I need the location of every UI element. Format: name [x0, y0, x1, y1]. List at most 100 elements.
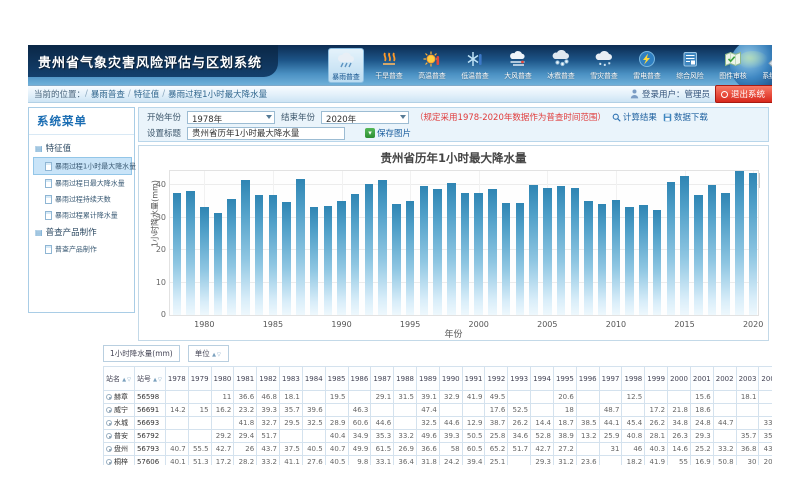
table-row-56792: 普安5679229.229.451.740.434.935.333.249.63… — [104, 430, 773, 443]
col-header-year-2002[interactable]: 2002 — [713, 367, 736, 391]
col-header-year-1989[interactable]: 1989 — [416, 367, 439, 391]
col-header-year-1986[interactable]: 1986 — [348, 367, 371, 391]
nav-label: 综合风险 — [676, 70, 704, 80]
station-id-cell: 56792 — [134, 430, 165, 443]
nav-map-review[interactable]: 图件审核 — [715, 48, 751, 83]
sidebar-group-product-making[interactable]: ▤ 普查产品制作 — [33, 223, 132, 241]
nav-system-settings[interactable]: 系统设置 — [758, 48, 772, 83]
col-header-year-1982[interactable]: 1982 — [257, 367, 280, 391]
col-header-year-1993[interactable]: 1993 — [508, 367, 531, 391]
value-cell-1989: 47.4 — [416, 404, 439, 417]
value-cell-2001: 25.2 — [690, 443, 713, 456]
sidebar-item-duration-days[interactable]: 暴雨过程持续天数 — [33, 191, 132, 207]
download-button[interactable]: 数据下载 — [663, 111, 708, 123]
value-cell-2002: 50.8 — [713, 456, 736, 466]
nav-gale-survey[interactable]: 大风普查 — [500, 48, 536, 83]
row-radio[interactable] — [106, 407, 112, 413]
col-header-year-1987[interactable]: 1987 — [371, 367, 394, 391]
value-cell-1987: 29.1 — [371, 391, 394, 404]
col-header-year-1992[interactable]: 1992 — [485, 367, 508, 391]
col-header-year-1983[interactable]: 1983 — [280, 367, 303, 391]
bar-2004 — [529, 185, 538, 315]
col-header-year-2003[interactable]: 2003 — [736, 367, 759, 391]
col-header-year-1991[interactable]: 1991 — [462, 367, 485, 391]
col-header-year-1981[interactable]: 1981 — [234, 367, 257, 391]
col-header-year-1995[interactable]: 1995 — [553, 367, 576, 391]
value-cell-1997 — [599, 456, 622, 466]
bar-1994 — [392, 204, 401, 315]
lightning-icon — [634, 48, 660, 69]
logout-button[interactable]: 退出系统 — [715, 85, 772, 103]
rainstorm-icon — [333, 49, 359, 70]
station-id-cell: 56693 — [134, 417, 165, 430]
col-header-year-1998[interactable]: 1998 — [622, 367, 645, 391]
bar-2008 — [584, 201, 593, 315]
col-header-year-2004[interactable]: 2004 — [759, 367, 772, 391]
value-type-filter[interactable]: 1小时降水量(mm) — [103, 345, 180, 362]
breadcrumb-current-page[interactable]: 暴雨过程1小时最大降水量 — [168, 88, 267, 100]
nav-snow-survey[interactable]: 雪灾普查 — [586, 48, 622, 83]
sidebar-item-product-making[interactable]: 普查产品制作 — [33, 241, 132, 257]
unit-sort-control[interactable]: 单位 ▲▽ — [188, 345, 229, 362]
value-cell-1982: 51.7 — [257, 430, 280, 443]
col-header-year-1988[interactable]: 1988 — [394, 367, 417, 391]
col-header-year-1978[interactable]: 1978 — [165, 367, 188, 391]
nav-hail-survey[interactable]: 冰雹普查 — [543, 48, 579, 83]
nav-label: 低温普查 — [461, 70, 489, 80]
nav-high-temp-survey[interactable]: 高温普查 — [414, 48, 450, 83]
search-icon — [612, 113, 621, 122]
col-header-year-1980[interactable]: 1980 — [211, 367, 234, 391]
nav-low-temp-survey[interactable]: 低温普查 — [457, 48, 493, 83]
chart-panel: 贵州省历年1小时最大降水量 国家站平均 01020304019801985199… — [138, 145, 769, 341]
col-header-year-2001[interactable]: 2001 — [690, 367, 713, 391]
bar-1998 — [447, 183, 456, 315]
value-cell-1989: 31.8 — [416, 456, 439, 466]
breadcrumb-rainstorm-survey[interactable]: 暴雨普查 — [91, 88, 125, 100]
col-header-year-2000[interactable]: 2000 — [668, 367, 691, 391]
value-cell-1990 — [439, 404, 462, 417]
value-cell-1979 — [188, 391, 211, 404]
chart-title-input[interactable] — [187, 127, 345, 140]
sidebar-item-1h-max-precip[interactable]: 暴雨过程1小时最大降水量 — [33, 157, 132, 175]
value-cell-1982: 43.7 — [257, 443, 280, 456]
value-cell-1984: 27.6 — [302, 456, 325, 466]
bar-1999 — [461, 193, 470, 315]
row-radio[interactable] — [106, 446, 112, 452]
breadcrumb-feature-value[interactable]: 特征值 — [134, 88, 160, 100]
sidebar-item-daily-max-precip[interactable]: 暴雨过程日最大降水量 — [33, 175, 132, 191]
nav-composite-risk[interactable]: 综合风险 — [672, 48, 708, 83]
value-cell-1994 — [531, 391, 554, 404]
row-radio[interactable] — [106, 433, 112, 439]
row-radio[interactable] — [106, 394, 112, 400]
sidebar-item-accumulated-precip[interactable]: 暴雨过程累计降水量 — [33, 207, 132, 223]
chevron-down-icon — [266, 115, 272, 119]
col-header-year-1997[interactable]: 1997 — [599, 367, 622, 391]
value-cell-1998: 40.8 — [622, 430, 645, 443]
col-header-year-1979[interactable]: 1979 — [188, 367, 211, 391]
bar-1997 — [433, 189, 442, 315]
system-title: 贵州省气象灾害风险评估与区划系统 — [28, 45, 278, 77]
value-cell-2000: 26.3 — [668, 430, 691, 443]
row-radio[interactable] — [106, 420, 112, 426]
bar-2017 — [708, 185, 717, 315]
col-header-year-1996[interactable]: 1996 — [576, 367, 599, 391]
col-header-year-1994[interactable]: 1994 — [531, 367, 554, 391]
nav-rainstorm-survey[interactable]: 暴雨普查 — [328, 48, 364, 83]
sidebar-tree: ▤ 特征值 暴雨过程1小时最大降水量 暴雨过程日最大降水量 暴雨过程持续天数 暴… — [29, 135, 134, 257]
save-image-button[interactable]: ▾ 保存图片 — [365, 127, 411, 139]
col-header-station-id[interactable]: 站号 ▲▽ — [134, 367, 165, 391]
col-header-station-name[interactable]: 站名 ▲▽ — [104, 367, 135, 391]
nav-label: 雷电普查 — [633, 70, 661, 80]
col-header-year-1990[interactable]: 1990 — [439, 367, 462, 391]
col-header-year-1984[interactable]: 1984 — [302, 367, 325, 391]
row-radio[interactable] — [106, 459, 112, 465]
nav-drought-survey[interactable]: 干旱普查 — [371, 48, 407, 83]
nav-lightning-survey[interactable]: 雷电普查 — [629, 48, 665, 83]
end-year-select[interactable]: 2020年 — [321, 111, 409, 124]
sidebar-group-feature-values[interactable]: ▤ 特征值 — [33, 139, 132, 157]
col-header-year-1999[interactable]: 1999 — [645, 367, 668, 391]
start-year-select[interactable]: 1978年 — [187, 111, 275, 124]
col-header-year-1985[interactable]: 1985 — [325, 367, 348, 391]
value-cell-2003: 18.1 — [736, 391, 759, 404]
calculate-button[interactable]: 计算结果 — [612, 111, 657, 123]
